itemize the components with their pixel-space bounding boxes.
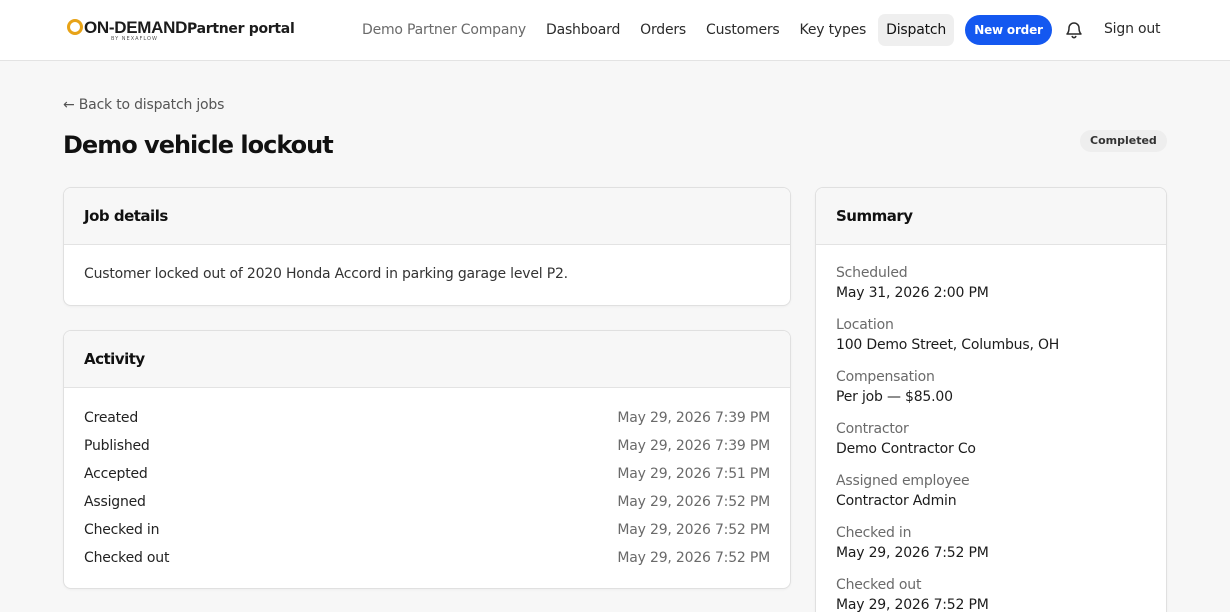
summary-value: Per job — $85.00 xyxy=(836,389,953,405)
summary-card: Summary Scheduled May 31, 2026 2:00 PM L… xyxy=(815,187,1167,612)
activity-row: Created May 29, 2026 7:39 PM xyxy=(84,408,770,436)
activity-time: May 29, 2026 7:52 PM xyxy=(617,522,770,538)
activity-row: Checked out May 29, 2026 7:52 PM xyxy=(84,548,770,576)
activity-event: Published xyxy=(84,438,150,454)
job-details-heading: Job details xyxy=(64,188,790,245)
activity-event: Checked in xyxy=(84,522,160,538)
summary-checked-in: Checked in May 29, 2026 7:52 PM xyxy=(836,523,1146,575)
summary-label: Contractor xyxy=(836,421,909,437)
main-nav: Demo Partner Company Dashboard Orders Cu… xyxy=(354,14,958,46)
summary-heading: Summary xyxy=(816,188,1166,245)
summary-label: Checked out xyxy=(836,577,922,593)
activity-time: May 29, 2026 7:51 PM xyxy=(617,466,770,482)
summary-value: May 31, 2026 2:00 PM xyxy=(836,285,989,301)
activity-row: Checked in May 29, 2026 7:52 PM xyxy=(84,520,770,548)
summary-value: Demo Contractor Co xyxy=(836,441,976,457)
page-title: Demo vehicle lockout xyxy=(63,131,334,159)
activity-time: May 29, 2026 7:52 PM xyxy=(617,494,770,510)
summary-label: Scheduled xyxy=(836,265,908,281)
job-description: Customer locked out of 2020 Honda Accord… xyxy=(84,266,568,282)
activity-time: May 29, 2026 7:39 PM xyxy=(617,438,770,454)
nav-dashboard[interactable]: Dashboard xyxy=(538,14,628,46)
company-switcher[interactable]: Demo Partner Company xyxy=(354,14,534,46)
new-order-button[interactable]: New order xyxy=(965,15,1052,45)
summary-location: Location 100 Demo Street, Columbus, OH xyxy=(836,315,1146,367)
top-header: ON-DEMAND BY NEXAFLOW Partner portal Dem… xyxy=(0,0,1230,61)
summary-value: Contractor Admin xyxy=(836,493,957,509)
job-details-card: Job details Customer locked out of 2020 … xyxy=(63,187,791,306)
summary-label: Compensation xyxy=(836,369,935,385)
summary-scheduled: Scheduled May 31, 2026 2:00 PM xyxy=(836,263,1146,315)
activity-event: Accepted xyxy=(84,466,148,482)
activity-row: Assigned May 29, 2026 7:52 PM xyxy=(84,492,770,520)
activity-row: Accepted May 29, 2026 7:51 PM xyxy=(84,464,770,492)
summary-compensation: Compensation Per job — $85.00 xyxy=(836,367,1146,419)
logo-mark: ON-DEMAND BY NEXAFLOW xyxy=(67,19,187,42)
summary-value: May 29, 2026 7:52 PM xyxy=(836,597,989,612)
summary-checked-out: Checked out May 29, 2026 7:52 PM xyxy=(836,575,1146,612)
portal-label: Partner portal xyxy=(187,21,295,37)
summary-value: 100 Demo Street, Columbus, OH xyxy=(836,337,1060,353)
nav-key-types[interactable]: Key types xyxy=(792,14,875,46)
activity-time: May 29, 2026 7:39 PM xyxy=(617,410,770,426)
activity-row: Published May 29, 2026 7:39 PM xyxy=(84,436,770,464)
bell-icon[interactable] xyxy=(1064,20,1084,40)
activity-list: Created May 29, 2026 7:39 PM Published M… xyxy=(64,388,790,576)
nav-orders[interactable]: Orders xyxy=(632,14,694,46)
back-to-dispatch-link[interactable]: ← Back to dispatch jobs xyxy=(63,97,224,113)
summary-contractor: Contractor Demo Contractor Co xyxy=(836,419,1146,471)
summary-label: Location xyxy=(836,317,894,333)
activity-heading: Activity xyxy=(64,331,790,388)
summary-label: Checked in xyxy=(836,525,912,541)
activity-card: Activity Created May 29, 2026 7:39 PM Pu… xyxy=(63,330,791,589)
summary-assigned-employee: Assigned employee Contractor Admin xyxy=(836,471,1146,523)
activity-event: Assigned xyxy=(84,494,146,510)
activity-event: Created xyxy=(84,410,139,426)
summary-value: May 29, 2026 7:52 PM xyxy=(836,545,989,561)
status-badge: Completed xyxy=(1080,130,1167,152)
activity-time: May 29, 2026 7:52 PM xyxy=(617,550,770,566)
nav-customers[interactable]: Customers xyxy=(698,14,788,46)
logo-subtext: BY NEXAFLOW xyxy=(111,35,158,42)
logo-ring-icon xyxy=(67,19,83,35)
brand-logo[interactable]: ON-DEMAND BY NEXAFLOW xyxy=(67,17,187,43)
activity-event: Checked out xyxy=(84,550,170,566)
logo-wordmark: ON-DEMAND xyxy=(67,19,187,36)
nav-dispatch[interactable]: Dispatch xyxy=(878,14,955,46)
sign-out-link[interactable]: Sign out xyxy=(1104,21,1161,37)
summary-label: Assigned employee xyxy=(836,473,970,489)
logo-text: ON-DEMAND xyxy=(84,17,188,37)
summary-list: Scheduled May 31, 2026 2:00 PM Location … xyxy=(816,245,1166,612)
